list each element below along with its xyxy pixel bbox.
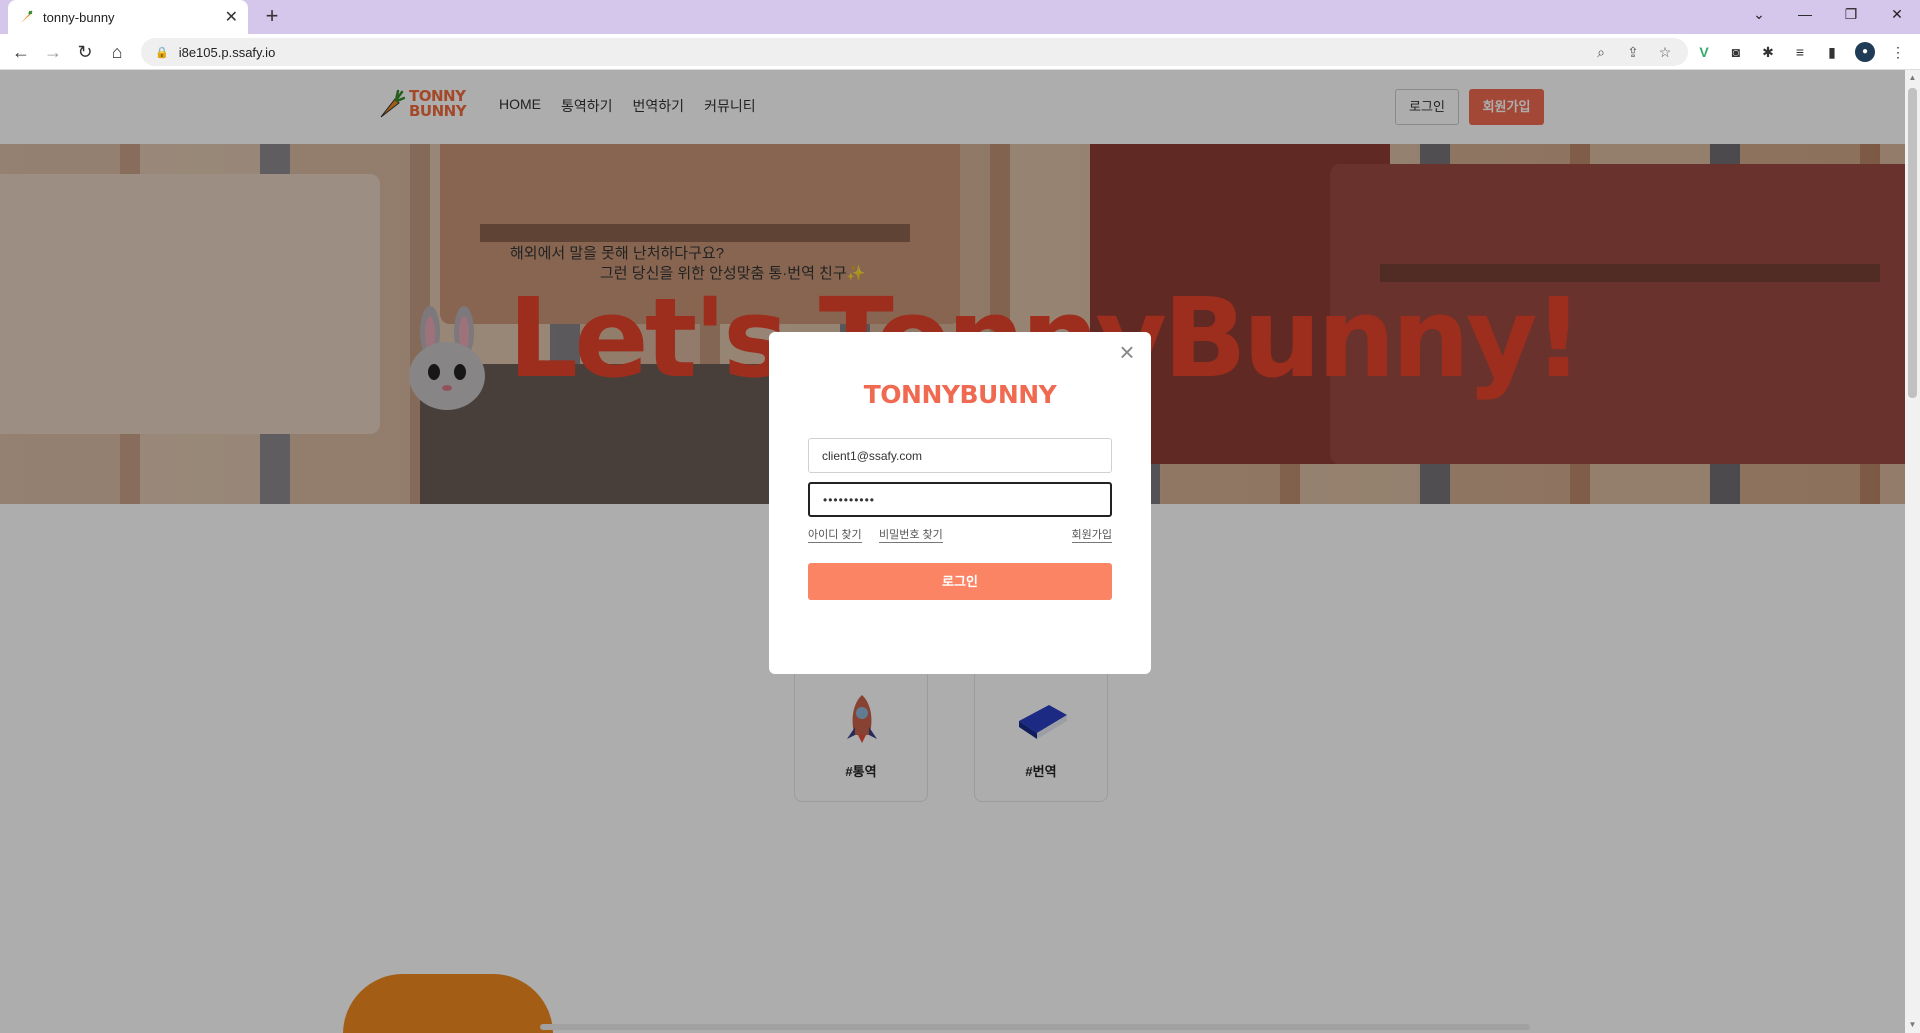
reload-icon[interactable]: ↻ (73, 40, 97, 64)
find-id-link[interactable]: 아이디 찾기 (808, 526, 862, 543)
page-viewport: TONNY BUNNY HOME 통역하기 번역하기 커뮤니티 로그인 회원가입… (0, 70, 1905, 1033)
carrot-favicon-icon (21, 10, 33, 23)
email-field[interactable] (808, 438, 1112, 473)
browser-tab-strip: tonny-bunny ✕ + ⌄ — ❐ ✕ (0, 0, 1920, 34)
forward-icon[interactable]: → (41, 40, 65, 64)
scrollbar-thumb[interactable] (1908, 88, 1917, 398)
find-password-link[interactable]: 비밀번호 찾기 (879, 526, 943, 543)
back-icon[interactable]: ← (9, 40, 33, 64)
scroll-down-icon[interactable]: ▼ (1905, 1017, 1920, 1033)
minimize-icon[interactable]: — (1782, 0, 1828, 30)
menu-kebab-icon[interactable]: ⋮ (1888, 42, 1908, 62)
share-icon[interactable]: ⇪ (1623, 42, 1643, 62)
camera-icon[interactable]: ◙ (1726, 42, 1746, 62)
password-field[interactable] (808, 482, 1112, 517)
lock-icon[interactable]: 🔒 (155, 46, 169, 59)
tab-search-icon[interactable]: ⌄ (1736, 0, 1782, 30)
scroll-up-icon[interactable]: ▲ (1905, 70, 1920, 86)
modal-logo: TONNYBUNNY (863, 380, 1057, 409)
browser-toolbar: ← → ↻ ⌂ 🔒 i8e105.p.ssafy.io ⌕ ⇪ ☆ V ◙ ✱ … (0, 34, 1920, 70)
url-text: i8e105.p.ssafy.io (178, 44, 276, 60)
login-modal: × TONNYBUNNY 아이디 찾기 비밀번호 찾기 회원가입 로그인 (769, 332, 1151, 674)
close-window-icon[interactable]: ✕ (1874, 0, 1920, 30)
tab-close-icon[interactable]: ✕ (225, 7, 238, 27)
restore-icon[interactable]: ❐ (1828, 0, 1874, 30)
browser-tab[interactable]: tonny-bunny ✕ (8, 0, 248, 34)
login-button[interactable]: 로그인 (808, 563, 1112, 600)
home-icon[interactable]: ⌂ (105, 40, 129, 64)
profile-avatar[interactable]: ● (1855, 42, 1875, 62)
bookmark-star-icon[interactable]: ☆ (1655, 42, 1675, 62)
close-icon[interactable]: × (1114, 339, 1140, 366)
address-bar[interactable]: 🔒 i8e105.p.ssafy.io (141, 38, 1688, 66)
vue-devtools-icon[interactable]: V (1694, 42, 1714, 62)
page-scrollbar[interactable]: ▲ ▼ (1905, 70, 1920, 1033)
reading-list-icon[interactable]: ≡ (1790, 42, 1810, 62)
zoom-icon[interactable]: ⌕ (1591, 42, 1611, 62)
extensions-icon[interactable]: ✱ (1758, 42, 1778, 62)
new-tab-button[interactable]: + (260, 5, 284, 29)
signup-link[interactable]: 회원가입 (1071, 526, 1112, 543)
tab-title: tonny-bunny (43, 9, 115, 25)
side-panel-icon[interactable]: ▮ (1822, 42, 1842, 62)
